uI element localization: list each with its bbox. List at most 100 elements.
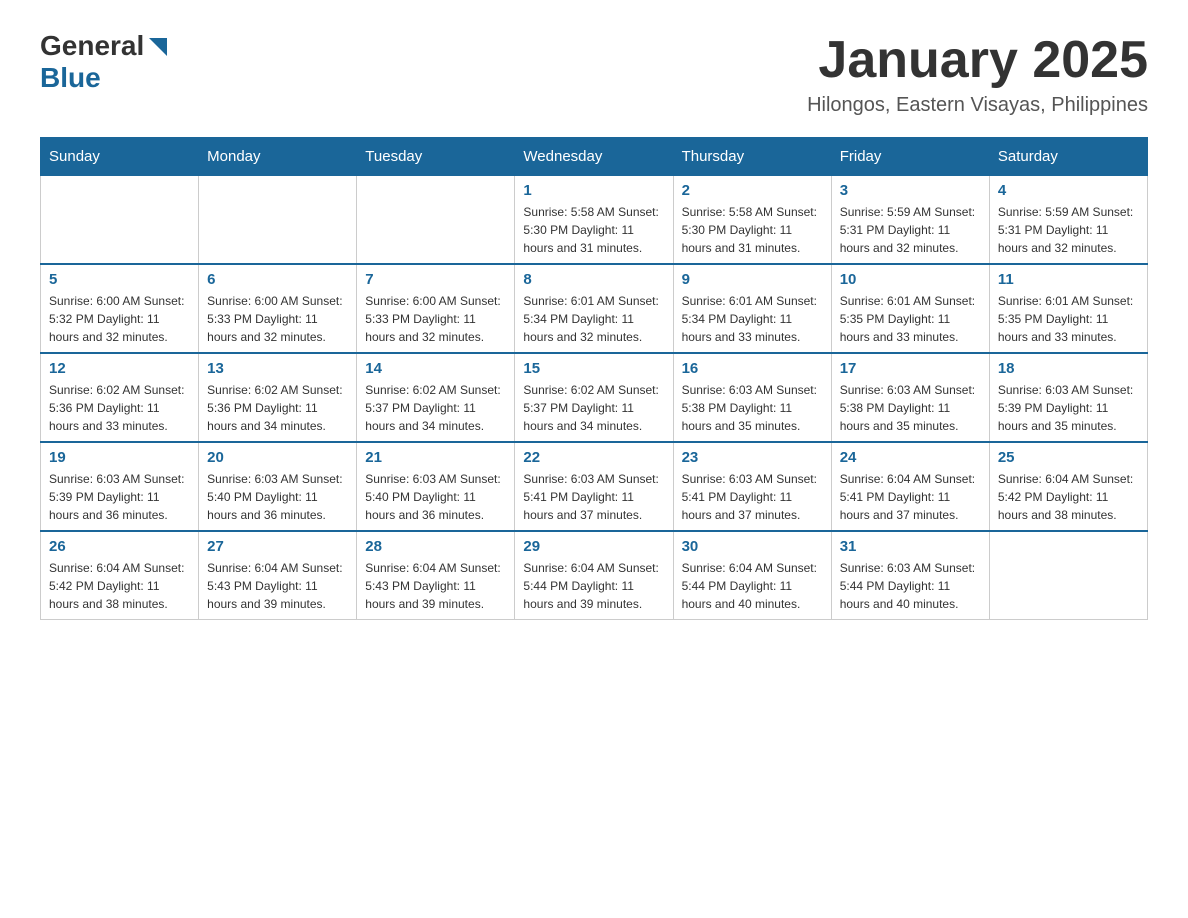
calendar-cell: 18Sunrise: 6:03 AM Sunset: 5:39 PM Dayli… — [989, 353, 1147, 442]
column-header-friday: Friday — [831, 138, 989, 176]
day-number: 6 — [207, 271, 348, 288]
calendar-cell: 10 Sunrise: 6:01 AM Sunset: 5:35 PM Dayli… — [831, 264, 989, 353]
calendar-week-row: 12 Sunrise: 6:02 AM Sunset: 5:36 PM Dayli… — [41, 353, 1148, 442]
calendar-cell: 15Sunrise: 6:02 AM Sunset: 5:37 PM Dayli… — [515, 353, 673, 442]
day-number: 7 — [365, 271, 506, 288]
day-info: Sunrise: 5:59 AM Sunset: 5:31 PM Dayligh… — [840, 203, 981, 257]
day-info: Sunrise: 5:58 AM Sunset: 5:30 PM Dayligh… — [682, 203, 823, 257]
calendar-cell: 22Sunrise: 6:03 AM Sunset: 5:41 PM Dayli… — [515, 442, 673, 531]
day-number: 12 — [49, 360, 190, 377]
calendar-week-row: 1 Sunrise: 5:58 AM Sunset: 5:30 PM Daylig… — [41, 176, 1148, 265]
calendar-week-row: 5 Sunrise: 6:00 AM Sunset: 5:32 PM Daylig… — [41, 264, 1148, 353]
calendar-cell: 28 Sunrise: 6:04 AM Sunset: 5:43 PM Dayli… — [357, 531, 515, 620]
calendar-cell: 16Sunrise: 6:03 AM Sunset: 5:38 PM Dayli… — [673, 353, 831, 442]
calendar-table: SundayMondayTuesdayWednesdayThursdayFrid… — [40, 137, 1148, 620]
calendar-week-row: 26Sunrise: 6:04 AM Sunset: 5:42 PM Dayli… — [41, 531, 1148, 620]
calendar-cell: 17Sunrise: 6:03 AM Sunset: 5:38 PM Dayli… — [831, 353, 989, 442]
day-number: 28 — [365, 538, 506, 555]
day-info: Sunrise: 6:00 AM Sunset: 5:33 PM Dayligh… — [365, 292, 506, 346]
day-number: 17 — [840, 360, 981, 377]
column-header-saturday: Saturday — [989, 138, 1147, 176]
calendar-cell: 19Sunrise: 6:03 AM Sunset: 5:39 PM Dayli… — [41, 442, 199, 531]
title-section: January 2025 Hilongos, Eastern Visayas, … — [807, 30, 1148, 117]
day-number: 5 — [49, 271, 190, 288]
calendar-cell: 12 Sunrise: 6:02 AM Sunset: 5:36 PM Dayli… — [41, 353, 199, 442]
day-info: Sunrise: 6:04 AM Sunset: 5:42 PM Dayligh… — [998, 470, 1139, 524]
day-info: Sunrise: 6:01 AM Sunset: 5:34 PM Dayligh… — [682, 292, 823, 346]
day-info: Sunrise: 6:02 AM Sunset: 5:36 PM Dayligh… — [207, 381, 348, 435]
calendar-subtitle: Hilongos, Eastern Visayas, Philippines — [807, 94, 1148, 117]
day-info: Sunrise: 6:04 AM Sunset: 5:41 PM Dayligh… — [840, 470, 981, 524]
day-info: Sunrise: 6:04 AM Sunset: 5:43 PM Dayligh… — [365, 559, 506, 613]
calendar-cell: 23Sunrise: 6:03 AM Sunset: 5:41 PM Dayli… — [673, 442, 831, 531]
column-header-wednesday: Wednesday — [515, 138, 673, 176]
logo-bottom: Blue — [40, 62, 169, 94]
calendar-cell: 14Sunrise: 6:02 AM Sunset: 5:37 PM Dayli… — [357, 353, 515, 442]
day-number: 4 — [998, 182, 1139, 199]
day-info: Sunrise: 6:03 AM Sunset: 5:40 PM Dayligh… — [207, 470, 348, 524]
day-number: 15 — [523, 360, 664, 377]
day-number: 10 — [840, 271, 981, 288]
logo-top: General — [40, 30, 169, 62]
column-header-thursday: Thursday — [673, 138, 831, 176]
calendar-cell: 20 Sunrise: 6:03 AM Sunset: 5:40 PM Dayli… — [199, 442, 357, 531]
column-header-sunday: Sunday — [41, 138, 199, 176]
day-info: Sunrise: 6:01 AM Sunset: 5:35 PM Dayligh… — [840, 292, 981, 346]
calendar-cell: 30 Sunrise: 6:04 AM Sunset: 5:44 PM Dayli… — [673, 531, 831, 620]
calendar-cell: 21Sunrise: 6:03 AM Sunset: 5:40 PM Dayli… — [357, 442, 515, 531]
day-info: Sunrise: 6:02 AM Sunset: 5:37 PM Dayligh… — [365, 381, 506, 435]
day-number: 20 — [207, 449, 348, 466]
day-info: Sunrise: 6:04 AM Sunset: 5:44 PM Dayligh… — [682, 559, 823, 613]
calendar-cell — [357, 176, 515, 265]
day-info: Sunrise: 6:01 AM Sunset: 5:34 PM Dayligh… — [523, 292, 664, 346]
day-info: Sunrise: 6:04 AM Sunset: 5:42 PM Dayligh… — [49, 559, 190, 613]
day-number: 30 — [682, 538, 823, 555]
calendar-cell: 1 Sunrise: 5:58 AM Sunset: 5:30 PM Daylig… — [515, 176, 673, 265]
calendar-cell: 29Sunrise: 6:04 AM Sunset: 5:44 PM Dayli… — [515, 531, 673, 620]
logo-triangle-icon — [147, 36, 169, 58]
day-number: 3 — [840, 182, 981, 199]
calendar-cell: 7 Sunrise: 6:00 AM Sunset: 5:33 PM Daylig… — [357, 264, 515, 353]
day-number: 1 — [523, 182, 664, 199]
day-number: 31 — [840, 538, 981, 555]
calendar-cell: 8 Sunrise: 6:01 AM Sunset: 5:34 PM Daylig… — [515, 264, 673, 353]
day-number: 29 — [523, 538, 664, 555]
calendar-title: January 2025 — [807, 30, 1148, 90]
calendar-week-row: 19Sunrise: 6:03 AM Sunset: 5:39 PM Dayli… — [41, 442, 1148, 531]
calendar-cell: 9 Sunrise: 6:01 AM Sunset: 5:34 PM Daylig… — [673, 264, 831, 353]
day-info: Sunrise: 5:58 AM Sunset: 5:30 PM Dayligh… — [523, 203, 664, 257]
day-number: 24 — [840, 449, 981, 466]
column-header-tuesday: Tuesday — [357, 138, 515, 176]
day-number: 8 — [523, 271, 664, 288]
day-info: Sunrise: 6:03 AM Sunset: 5:39 PM Dayligh… — [998, 381, 1139, 435]
calendar-cell: 11Sunrise: 6:01 AM Sunset: 5:35 PM Dayli… — [989, 264, 1147, 353]
calendar-cell: 26Sunrise: 6:04 AM Sunset: 5:42 PM Dayli… — [41, 531, 199, 620]
day-info: Sunrise: 6:02 AM Sunset: 5:36 PM Dayligh… — [49, 381, 190, 435]
calendar-cell: 6 Sunrise: 6:00 AM Sunset: 5:33 PM Daylig… — [199, 264, 357, 353]
column-header-monday: Monday — [199, 138, 357, 176]
day-info: Sunrise: 5:59 AM Sunset: 5:31 PM Dayligh… — [998, 203, 1139, 257]
calendar-cell — [41, 176, 199, 265]
day-info: Sunrise: 6:03 AM Sunset: 5:44 PM Dayligh… — [840, 559, 981, 613]
logo: General Blue — [40, 30, 169, 94]
day-info: Sunrise: 6:03 AM Sunset: 5:39 PM Dayligh… — [49, 470, 190, 524]
day-info: Sunrise: 6:00 AM Sunset: 5:32 PM Dayligh… — [49, 292, 190, 346]
day-number: 11 — [998, 271, 1139, 288]
calendar-cell: 3 Sunrise: 5:59 AM Sunset: 5:31 PM Daylig… — [831, 176, 989, 265]
calendar-cell — [989, 531, 1147, 620]
calendar-cell: 5 Sunrise: 6:00 AM Sunset: 5:32 PM Daylig… — [41, 264, 199, 353]
logo-blue: Blue — [40, 62, 101, 93]
day-info: Sunrise: 6:03 AM Sunset: 5:41 PM Dayligh… — [523, 470, 664, 524]
calendar-cell: 13Sunrise: 6:02 AM Sunset: 5:36 PM Dayli… — [199, 353, 357, 442]
day-number: 23 — [682, 449, 823, 466]
day-info: Sunrise: 6:04 AM Sunset: 5:43 PM Dayligh… — [207, 559, 348, 613]
calendar-cell — [199, 176, 357, 265]
calendar-cell: 25Sunrise: 6:04 AM Sunset: 5:42 PM Dayli… — [989, 442, 1147, 531]
day-number: 27 — [207, 538, 348, 555]
day-number: 16 — [682, 360, 823, 377]
day-info: Sunrise: 6:00 AM Sunset: 5:33 PM Dayligh… — [207, 292, 348, 346]
calendar-cell: 31 Sunrise: 6:03 AM Sunset: 5:44 PM Dayli… — [831, 531, 989, 620]
calendar-cell: 27 Sunrise: 6:04 AM Sunset: 5:43 PM Dayli… — [199, 531, 357, 620]
logo-wrapper: General Blue — [40, 30, 169, 94]
day-number: 9 — [682, 271, 823, 288]
